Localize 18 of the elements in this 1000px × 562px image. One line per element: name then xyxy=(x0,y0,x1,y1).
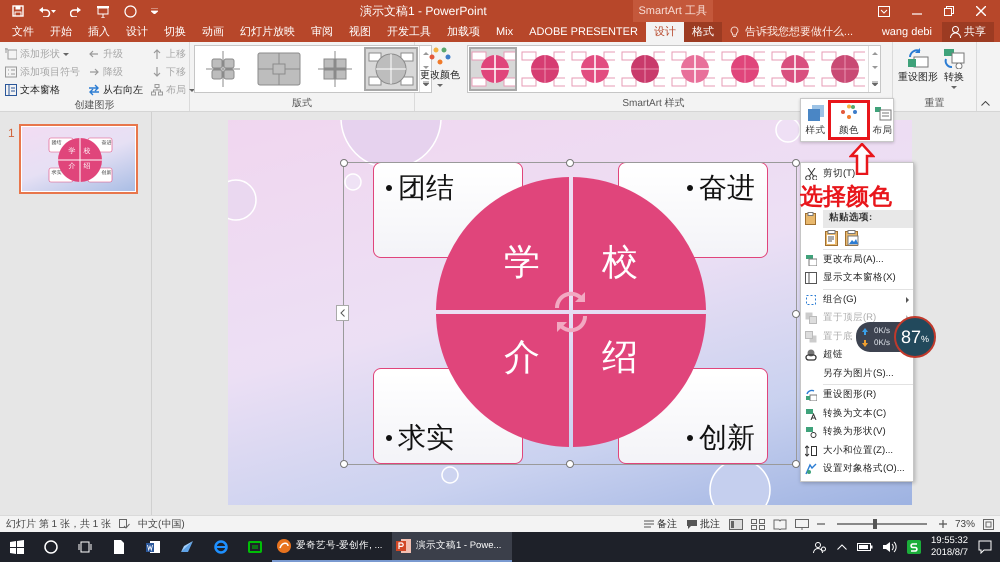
slide-text: 团结 xyxy=(398,171,454,205)
group-label: SmartArt 样式 xyxy=(621,97,686,111)
tool-group-title: SmartArt 工具 xyxy=(632,0,713,22)
slide-text: 求实 xyxy=(398,421,454,455)
window-title: 演示文稿1 - PowerPoint xyxy=(360,3,487,20)
gauge-unit: % xyxy=(921,332,930,346)
gauge-value: 87 xyxy=(900,326,922,348)
slide-text: 奋进 xyxy=(699,171,755,205)
slide-text: 创新 xyxy=(699,421,755,455)
slide-number: 1 xyxy=(8,125,15,142)
network-speed: 0K/s xyxy=(874,337,890,349)
group-label: 重置 xyxy=(924,97,946,111)
annotation-text: 选择颜色 xyxy=(800,183,892,209)
menu-section-header: 粘贴选项: xyxy=(823,210,913,228)
group-label: 创建图形 xyxy=(74,99,116,113)
network-speed: 0K/s xyxy=(874,325,890,337)
slide-info: 幻灯片 第 1 张，共 1 张 xyxy=(6,518,112,532)
group-label: 版式 xyxy=(291,97,313,111)
